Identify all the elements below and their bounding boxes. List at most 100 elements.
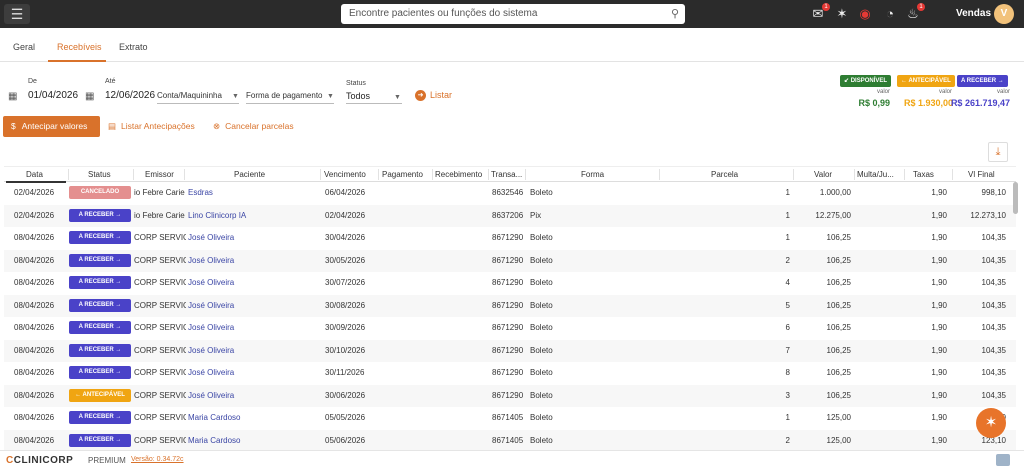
column-separator[interactable] [378,169,379,180]
col-status[interactable]: Status [88,170,111,179]
column-separator[interactable] [525,169,526,180]
cell-paciente[interactable]: José Oliveira [188,368,318,377]
table-row[interactable]: 08/04/2026A RECEBER →CORP SERVICOMaria C… [4,429,1016,452]
table-row[interactable]: 08/04/2026A RECEBER →CORP SERVICOJosé Ol… [4,294,1016,317]
forma-select[interactable]: Forma de pagamento [246,91,323,100]
table-row[interactable]: 08/04/2026A RECEBER →CORP SERVICOJosé Ol… [4,362,1016,384]
status-badge[interactable]: A RECEBER → [69,208,131,222]
bell-icon[interactable]: ♨ 1 [905,3,925,22]
chevron-down-icon[interactable]: ▼ [394,94,401,101]
status-badge[interactable]: A RECEBER → [69,253,131,267]
antecipar-valores-button[interactable]: $ Antecipar valores [3,116,100,137]
column-separator[interactable] [184,169,185,180]
disponivel-badge[interactable]: ↙ DISPONÍVEL [840,75,892,87]
cell-paciente[interactable]: Lino Clinicorp IA [188,211,318,220]
cell-paciente[interactable]: José Oliveira [188,301,318,310]
de-date-input[interactable]: 01/04/2026 [28,90,78,101]
col-recebimento[interactable]: Recebimento [435,170,482,179]
status-badge[interactable]: A RECEBER → [69,321,131,334]
column-separator[interactable] [488,169,489,180]
table-row[interactable]: 08/04/2026A RECEBER →CORP SERVICOJosé Ol… [4,249,1016,272]
calendar-icon[interactable]: ▦ [85,91,94,102]
table-row[interactable]: 08/04/2026A RECEBER →CORP SERVICOMaria C… [4,407,1016,429]
cancelar-parcelas-button[interactable]: ⊗ Cancelar parcelas [213,121,294,132]
col-parcela[interactable]: Parcela [711,170,738,179]
status-badge[interactable]: A RECEBER → [69,231,131,244]
col-vencimento[interactable]: Vencimento [324,170,366,179]
column-separator[interactable] [854,169,855,180]
chevron-down-icon[interactable]: ▼ [232,93,239,100]
table-row[interactable]: 08/04/2026A RECEBER →CORP SERVICOJosé Ol… [4,317,1016,339]
table-row[interactable]: 02/04/2026 CANCELADO io Febre Carie Esdras 0… [4,182,1016,204]
col-paciente[interactable]: Paciente [234,170,265,179]
user-label[interactable]: Vendas [956,8,991,19]
tab-recebiveis[interactable]: Recebíveis [57,42,102,52]
column-separator[interactable] [793,169,794,180]
avatar[interactable]: V [994,4,1014,24]
table-row[interactable]: 08/04/2026A RECEBER →CORP SERVICOJosé Ol… [4,227,1016,249]
col-pagamento[interactable]: Pagamento [382,170,423,179]
version-link[interactable]: Versão: 0.34.72c [131,456,184,463]
conta-select[interactable]: Conta/Maquininha [157,91,222,100]
table-row[interactable]: 08/04/2026A RECEBER →CORP SERVICOJosé Ol… [4,339,1016,362]
menu-icon[interactable]: ☰ [4,4,30,24]
status-badge[interactable]: CANCELADO [69,186,131,199]
table-row[interactable]: 08/04/2026← ANTECIPÁVELCORP SERVICOJosé … [4,384,1016,407]
col-vl-final[interactable]: Vl Final [968,170,995,179]
cell-paciente[interactable]: José Oliveira [188,278,318,287]
col-data[interactable]: Data [26,170,43,179]
cell-paciente[interactable]: José Oliveira [188,233,318,242]
cell-paciente[interactable]: Esdras [188,188,318,197]
col-transacao[interactable]: Transa... [491,170,522,179]
status-badge[interactable]: A RECEBER → [69,343,131,357]
status-badge[interactable]: A RECEBER → [69,298,131,312]
cell-emissor: CORP SERVICO [134,255,186,265]
cell-paciente[interactable]: José Oliveira [188,346,318,355]
status-badge[interactable]: A RECEBER → [69,433,131,447]
column-separator[interactable] [320,169,321,180]
antecipavel-badge[interactable]: ← ANTECIPÁVEL [897,75,955,87]
table-row[interactable]: 02/04/2026 A RECEBER → io Febre Carie Lino … [4,204,1016,227]
col-forma[interactable]: Forma [581,170,604,179]
cell-paciente[interactable]: Maria Cardoso [188,436,318,445]
col-taxas[interactable]: Taxas [913,170,934,179]
chevron-down-icon[interactable]: ▼ [327,93,334,100]
column-separator[interactable] [133,169,134,180]
cell-paciente[interactable]: José Oliveira [188,256,318,265]
listar-button[interactable]: ➜ Listar [415,90,452,102]
column-separator[interactable] [432,169,433,180]
speedometer-icon[interactable]: ◔ [882,6,898,22]
sparkle-icon[interactable]: ✶ [834,6,850,22]
calendar-icon[interactable]: ▦ [8,91,17,102]
status-select[interactable]: Todos [346,91,370,101]
record-icon[interactable]: ◉ [857,6,873,22]
download-icon[interactable]: ⤓ [988,142,1008,162]
cell-paciente[interactable]: Maria Cardoso [188,413,318,422]
vertical-scrollbar[interactable] [1013,182,1018,214]
col-emissor[interactable]: Emissor [145,170,174,179]
listar-antecipacoes-button[interactable]: ▤ Listar Antecipações [108,121,195,132]
cell-paciente[interactable]: José Oliveira [188,323,318,332]
search-icon[interactable]: ⚲ [671,4,679,24]
table-row[interactable]: 08/04/2026A RECEBER →CORP SERVICOJosé Ol… [4,272,1016,294]
column-separator[interactable] [904,169,905,180]
col-multa-juros[interactable]: Multa/Ju... [857,170,894,179]
cell-paciente[interactable]: José Oliveira [188,391,318,400]
ate-date-input[interactable]: 12/06/2026 [105,90,155,101]
search-input[interactable]: Encontre pacientes ou funções do sistema… [341,4,685,24]
col-valor[interactable]: Valor [814,170,832,179]
cell-taxas: 1,90 [931,323,947,332]
chat-support-icon[interactable] [996,454,1010,466]
chat-icon[interactable]: ✉ 1 [810,3,830,22]
a-receber-badge[interactable]: A RECEBER → [957,75,1008,87]
tab-extrato[interactable]: Extrato [119,42,148,52]
status-badge[interactable]: A RECEBER → [69,276,131,289]
status-badge[interactable]: A RECEBER → [69,366,131,379]
status-badge[interactable]: A RECEBER → [69,411,131,424]
column-separator[interactable] [952,169,953,180]
column-separator[interactable] [68,169,69,180]
sparkle-fab-icon[interactable]: ✶ [976,408,1006,438]
column-separator[interactable] [659,169,660,180]
tab-geral[interactable]: Geral [13,42,35,52]
status-badge[interactable]: ← ANTECIPÁVEL [69,388,131,402]
